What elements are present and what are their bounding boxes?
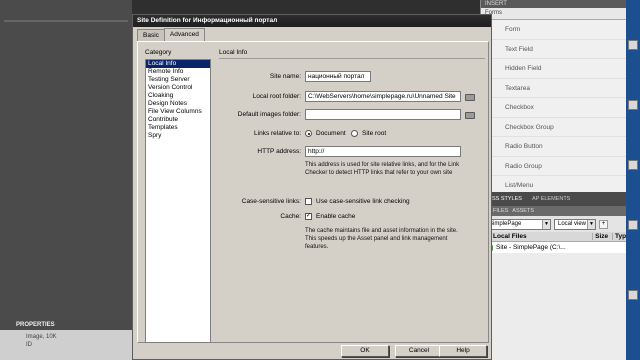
col-local-files[interactable]: Local Files	[481, 233, 592, 240]
dialog-title: Site Definition for Информационный порта…	[133, 15, 491, 27]
properties-header[interactable]: PROPERTIES	[0, 320, 132, 330]
folder-icon	[465, 112, 475, 119]
screen: INSERT Forms Form Text Field Hidden Field T…	[0, 0, 640, 360]
tab-basic[interactable]: Basic	[137, 29, 165, 41]
tab-advanced[interactable]: Advanced	[163, 28, 205, 41]
document-workspace	[0, 0, 132, 320]
local-root-label: Local root folder:	[252, 93, 301, 100]
tab-assets[interactable]: ASSETS	[512, 208, 534, 214]
http-address-label: HTTP address:	[257, 148, 301, 155]
toolbar-divider	[4, 20, 128, 22]
case-sensitive-label: Case-sensitive links:	[241, 198, 301, 205]
chevron-down-icon: ▼	[542, 219, 550, 229]
insert-item[interactable]: Textarea	[481, 79, 626, 98]
section-divider	[219, 58, 485, 59]
cache-checkbox[interactable]: ✓	[305, 213, 312, 220]
files-toolbar: SimplePage ▼ Local view ▼ +	[481, 216, 626, 232]
category-item[interactable]: Version Control	[146, 84, 210, 92]
desktop-shortcut-icon[interactable]	[628, 220, 638, 230]
desktop-shortcut-icon[interactable]	[628, 40, 638, 50]
chevron-down-icon: ▼	[587, 219, 595, 229]
category-label: Category	[145, 49, 172, 56]
section-title: Local Info	[219, 49, 248, 56]
insert-item[interactable]: Radio Group	[481, 157, 626, 176]
insert-item[interactable]: Radio Button	[481, 137, 626, 157]
insert-item[interactable]: Hidden Field	[481, 59, 626, 79]
files-panel-subtabs: FILES ASSETS	[481, 206, 626, 216]
desktop-icon-strip	[626, 0, 640, 360]
tab-files[interactable]: FILES	[493, 208, 508, 214]
folder-icon	[465, 94, 475, 101]
cancel-button[interactable]: Cancel	[395, 345, 443, 357]
site-name-label: Site name:	[269, 73, 301, 80]
id-label: ID	[26, 342, 32, 348]
cache-label: Cache:	[280, 213, 301, 220]
insert-items-list: Form Text Field Hidden Field Textarea Checkb…	[481, 20, 626, 215]
insert-item[interactable]: Form	[481, 20, 626, 40]
files-panel-tabs: CSS STYLES AP ELEMENTS	[481, 192, 626, 206]
files-panel: CSS STYLES AP ELEMENTS FILES ASSETS Simp…	[480, 192, 626, 360]
insert-item[interactable]: Checkbox	[481, 98, 626, 118]
case-sensitive-checkbox[interactable]	[305, 198, 312, 205]
site-select[interactable]: SimplePage ▼	[485, 218, 551, 230]
properties-panel: PROPERTIES Image, 10K ID	[0, 320, 132, 360]
links-relative-label: Links relative to:	[254, 130, 301, 137]
ok-button[interactable]: OK	[341, 345, 389, 357]
case-sensitive-checkbox-label: Use case-sensitive link checking	[316, 198, 410, 205]
radio-site-root[interactable]	[351, 130, 358, 137]
desktop-shortcut-icon[interactable]	[628, 290, 638, 300]
desktop-shortcut-icon[interactable]	[628, 100, 638, 110]
desktop-shortcut-icon[interactable]	[628, 160, 638, 170]
insert-panel-header[interactable]: INSERT	[481, 0, 626, 8]
browse-root-button[interactable]	[465, 92, 476, 101]
view-select[interactable]: Local view ▼	[554, 218, 596, 230]
properties-body: Image, 10K ID	[0, 330, 132, 352]
default-images-input[interactable]	[305, 109, 461, 120]
site-definition-dialog: Site Definition for Информационный порта…	[132, 14, 492, 360]
file-tree-root[interactable]: Site - SimplePage (C:\...	[481, 242, 626, 253]
insert-category-select[interactable]: Forms	[481, 8, 626, 20]
radio-document[interactable]	[305, 130, 312, 137]
site-root-label: Site - SimplePage (C:\...	[496, 244, 566, 251]
insert-panel: INSERT Forms Form Text Field Hidden Field T…	[480, 0, 626, 215]
cache-help-text: The cache maintains file and asset infor…	[305, 228, 458, 250]
local-root-input[interactable]: C:\WebServers\home\simplepage.ru\Unnamed…	[305, 91, 461, 102]
expand-icon[interactable]: +	[599, 219, 608, 229]
image-info: Image, 10K	[26, 334, 57, 340]
http-address-input[interactable]: http://	[305, 146, 461, 157]
category-item[interactable]: Local Info	[146, 60, 210, 68]
insert-item[interactable]: Text Field	[481, 40, 626, 59]
insert-item[interactable]: Checkbox Group	[481, 118, 626, 137]
http-help-text: This address is used for site relative l…	[305, 162, 460, 176]
browse-images-button[interactable]	[465, 110, 476, 119]
site-select-value: SimplePage	[489, 220, 522, 227]
col-type[interactable]: Typ	[612, 233, 626, 240]
radio-site-root-label: Site root	[362, 130, 387, 137]
category-item[interactable]: Design Notes	[146, 100, 210, 108]
help-button[interactable]: Help	[439, 345, 487, 357]
tab-ap-elements[interactable]: AP ELEMENTS	[529, 195, 573, 203]
view-select-value: Local view	[558, 220, 587, 227]
files-column-header: Local Files Size Typ	[481, 232, 626, 242]
col-size[interactable]: Size	[592, 233, 612, 240]
site-name-input[interactable]: национный портал	[305, 71, 371, 82]
radio-document-label: Document	[316, 130, 346, 137]
cache-checkbox-label: Enable cache	[316, 213, 356, 220]
default-images-label: Default images folder:	[237, 111, 301, 118]
